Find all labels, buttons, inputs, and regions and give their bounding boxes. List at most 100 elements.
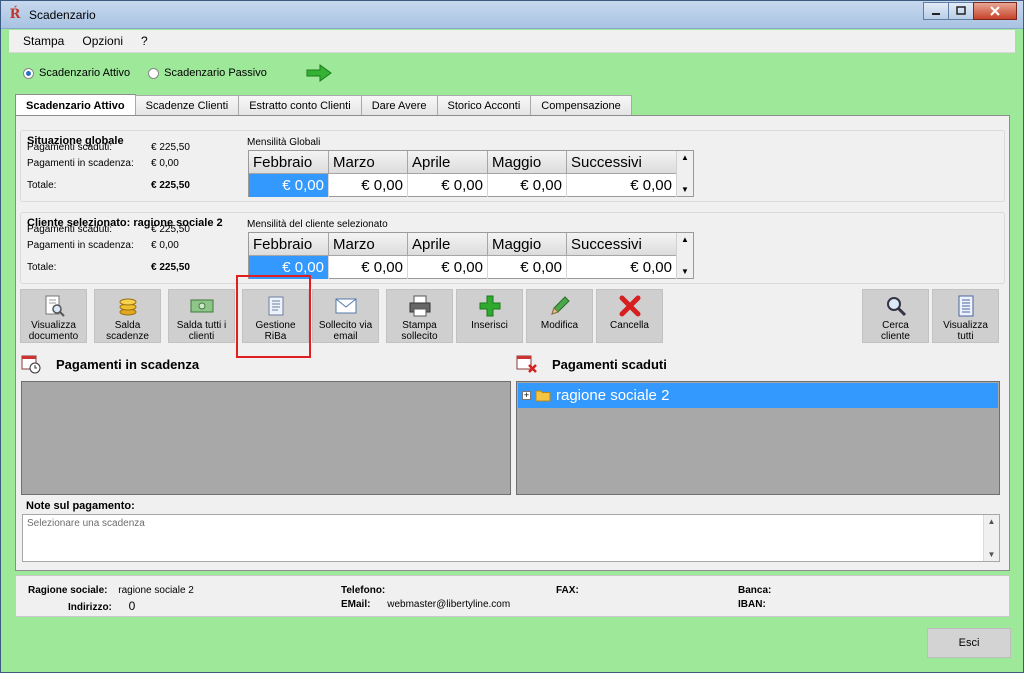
- scroll-up-icon[interactable]: ▲: [681, 153, 689, 162]
- grid-cell[interactable]: € 0,00: [567, 174, 677, 197]
- grid-scrollbar[interactable]: ▲ ▼: [676, 151, 693, 196]
- grid-header: Febbraio Marzo Aprile Maggio Successivi: [249, 233, 693, 256]
- info-label: Banca:: [738, 585, 772, 596]
- tab-bar: Scadenzario Attivo Scadenze Clienti Estr…: [15, 94, 632, 116]
- list-document-icon: [958, 295, 973, 317]
- global-summary-group: Situazione globale Pagamenti scaduti: € …: [20, 130, 1005, 202]
- search-client-button[interactable]: Cerca cliente: [862, 289, 929, 343]
- info-label: Ragione sociale:: [28, 585, 108, 596]
- radio-label-attivo: Scadenzario Attivo: [39, 67, 131, 79]
- info-value: 0: [128, 599, 136, 613]
- client-due-label: Pagamenti in scadenza:: [27, 240, 134, 251]
- overdue-payments-title: Pagamenti scaduti: [552, 357, 667, 372]
- grid-cell[interactable]: € 0,00: [329, 256, 408, 279]
- info-indirizzo: Indirizzo: 0: [68, 599, 135, 613]
- grid-cell[interactable]: € 0,00: [329, 174, 408, 197]
- grid-cell[interactable]: € 0,00: [408, 174, 488, 197]
- grid-scrollbar[interactable]: ▲ ▼: [676, 233, 693, 278]
- radio-label-passivo: Scadenzario Passivo: [164, 67, 267, 79]
- menu-bar: Stampa Opzioni ?: [9, 30, 1015, 53]
- grid-cell[interactable]: € 0,00: [488, 256, 567, 279]
- info-iban: IBAN:: [738, 599, 766, 610]
- client-summary-group: Cliente selezionato: ragione sociale 2 P…: [20, 212, 1005, 284]
- tab-scadenze-clienti[interactable]: Scadenze Clienti: [134, 95, 240, 116]
- grid-row[interactable]: € 0,00 € 0,00 € 0,00 € 0,00 € 0,00: [249, 174, 693, 197]
- notes-textarea[interactable]: Selezionare una scadenza ▲ ▼: [22, 514, 1000, 562]
- menu-opzioni[interactable]: Opzioni: [73, 34, 132, 48]
- minimize-icon: [932, 13, 940, 15]
- radio-dot-attivo: [23, 67, 34, 79]
- scroll-down-icon[interactable]: ▼: [681, 267, 689, 276]
- title-bar[interactable]: Ŕ Scadenzario: [1, 1, 1023, 29]
- overdue-payments-tree[interactable]: + ragione sociale 2: [516, 381, 1000, 495]
- notes-scrollbar[interactable]: ▲ ▼: [983, 515, 999, 561]
- grid-row[interactable]: € 0,00 € 0,00 € 0,00 € 0,00 € 0,00: [249, 256, 693, 279]
- grid-cell[interactable]: € 0,00: [488, 174, 567, 197]
- email-reminder-button[interactable]: Sollecito via email: [312, 289, 379, 343]
- window-controls: [923, 2, 1017, 21]
- button-label: sollecito: [401, 331, 438, 342]
- print-reminder-button[interactable]: Stampa sollecito: [386, 289, 453, 343]
- scroll-up-icon[interactable]: ▲: [988, 517, 996, 526]
- grid-cell[interactable]: € 0,00: [408, 256, 488, 279]
- grid-header-cell: Maggio: [488, 233, 567, 256]
- plus-icon: [479, 295, 500, 317]
- info-value: webmaster@libertyline.com: [387, 599, 511, 610]
- button-label: Sollecito via: [318, 320, 373, 331]
- arrow-right-icon[interactable]: [305, 64, 333, 82]
- view-document-button[interactable]: Visualizza documento: [20, 289, 87, 343]
- app-window: Ŕ Scadenzario Stampa Opzioni ? Scadenzar…: [0, 0, 1024, 673]
- tab-compensazione[interactable]: Compensazione: [530, 95, 632, 116]
- radio-dot-passivo: [148, 67, 160, 79]
- expand-icon[interactable]: +: [522, 391, 531, 400]
- global-overdue-label: Pagamenti scaduti:: [27, 142, 113, 153]
- client-due-value: € 0,00: [151, 240, 179, 251]
- global-overdue-row: Pagamenti scaduti: € 225,50: [27, 142, 190, 153]
- pencil-icon: [550, 296, 570, 315]
- button-label: clienti: [188, 331, 215, 342]
- scroll-down-icon[interactable]: ▼: [988, 550, 996, 559]
- menu-help[interactable]: ?: [132, 34, 157, 48]
- button-label: Salda tutti i: [176, 320, 227, 331]
- client-months-grid[interactable]: Febbraio Marzo Aprile Maggio Successivi …: [248, 232, 694, 279]
- info-telefono: Telefono:: [341, 585, 385, 596]
- close-window-button[interactable]: [973, 2, 1017, 20]
- global-months-grid[interactable]: Febbraio Marzo Aprile Maggio Successivi …: [248, 150, 694, 197]
- maximize-button[interactable]: [948, 2, 974, 20]
- grid-cell[interactable]: € 0,00: [567, 256, 677, 279]
- exit-button[interactable]: Esci: [927, 628, 1011, 658]
- global-due-row: Pagamenti in scadenza: € 0,00: [27, 158, 179, 169]
- button-label: Salda: [114, 320, 141, 331]
- minimize-button[interactable]: [923, 2, 949, 20]
- grid-header-cell: Aprile: [408, 151, 488, 174]
- radio-scadenzario-passivo[interactable]: Scadenzario Passivo: [148, 67, 267, 79]
- client-overdue-value: € 225,50: [151, 224, 190, 235]
- info-fax: FAX:: [556, 585, 579, 596]
- mode-selector: Scadenzario Attivo Scadenzario Passivo: [23, 63, 333, 83]
- due-payments-list[interactable]: [21, 381, 511, 495]
- delete-button[interactable]: Cancella: [596, 289, 663, 343]
- settle-all-clients-button[interactable]: Salda tutti i clienti: [168, 289, 235, 343]
- settle-due-button[interactable]: Salda scadenze: [94, 289, 161, 343]
- client-total-label: Totale:: [27, 262, 57, 273]
- view-all-button[interactable]: Visualizza tutti: [932, 289, 999, 343]
- insert-button[interactable]: Inserisci: [456, 289, 523, 343]
- tab-storico-acconti[interactable]: Storico Acconti: [436, 95, 532, 116]
- tab-estratto-conto-clienti[interactable]: Estratto conto Clienti: [238, 95, 362, 116]
- grid-cell[interactable]: € 0,00: [249, 174, 329, 197]
- tab-dare-avere[interactable]: Dare Avere: [360, 95, 438, 116]
- edit-button[interactable]: Modifica: [526, 289, 593, 343]
- calendar-clock-icon: [21, 355, 41, 374]
- menu-stampa[interactable]: Stampa: [9, 34, 73, 48]
- tab-scadenzario-attivo[interactable]: Scadenzario Attivo: [15, 94, 136, 116]
- scroll-up-icon[interactable]: ▲: [681, 235, 689, 244]
- button-label: documento: [28, 331, 79, 342]
- maximize-icon: [956, 6, 966, 15]
- grid-header: Febbraio Marzo Aprile Maggio Successivi: [249, 151, 693, 174]
- button-label: Visualizza: [31, 320, 76, 331]
- scroll-down-icon[interactable]: ▼: [681, 185, 689, 194]
- info-label: FAX:: [556, 585, 579, 596]
- tree-item-ragione-sociale-2[interactable]: + ragione sociale 2: [518, 383, 998, 408]
- radio-scadenzario-attivo[interactable]: Scadenzario Attivo: [23, 67, 130, 79]
- envelope-icon: [335, 298, 356, 314]
